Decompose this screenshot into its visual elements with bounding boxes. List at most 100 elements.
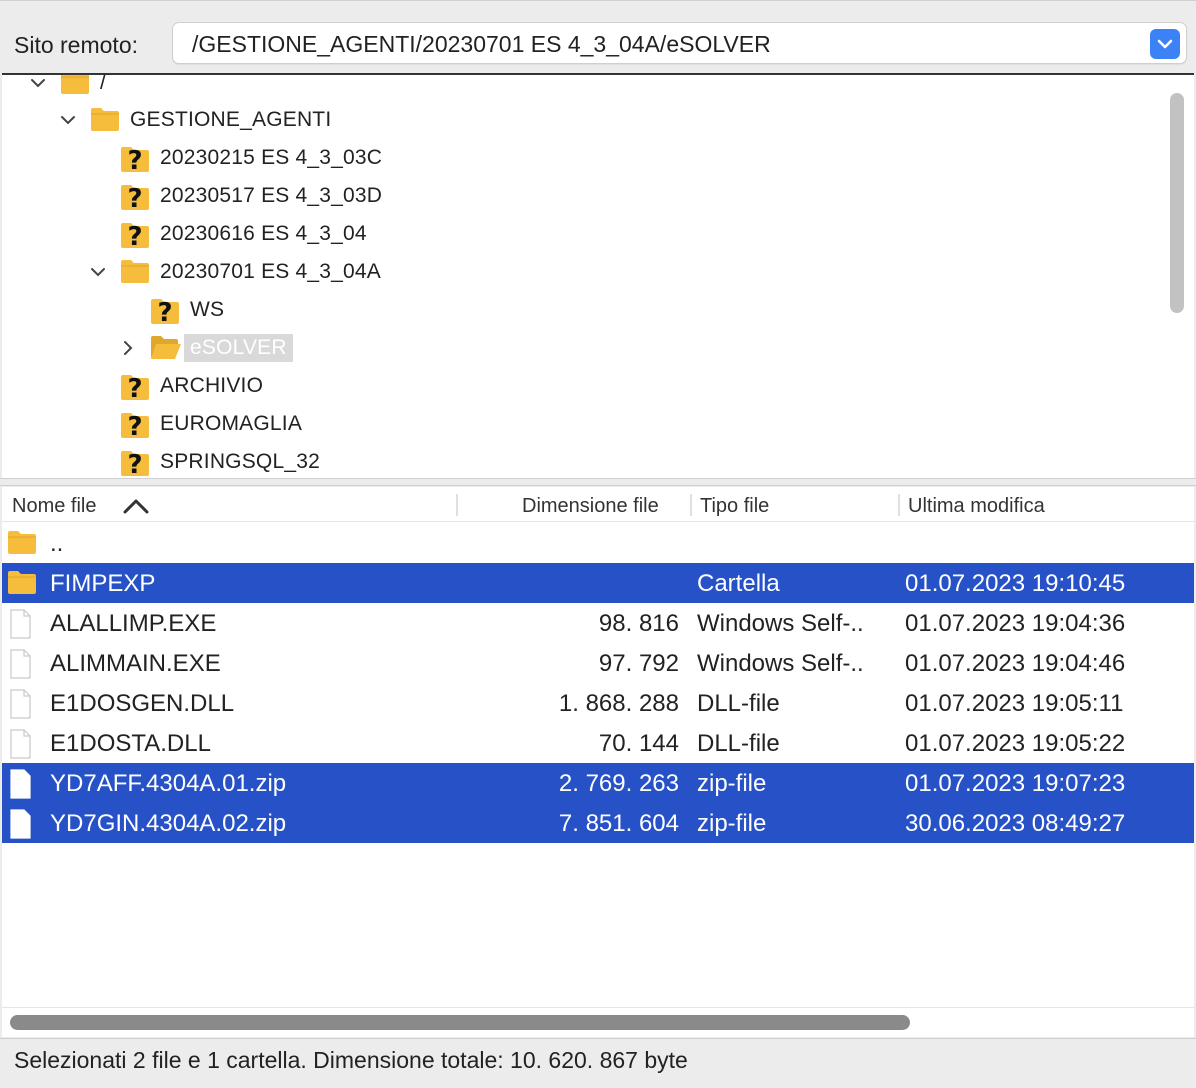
tree-item[interactable]: eSOLVER <box>120 330 293 366</box>
tree-item[interactable]: ? WS <box>120 292 224 328</box>
chevron-down-icon[interactable] <box>60 112 76 128</box>
file-icon <box>7 609 39 639</box>
tree-item-label[interactable]: 20230701 ES 4_3_04A <box>160 260 381 284</box>
remote-path-text[interactable]: /GESTIONE_AGENTI/20230701 ES 4_3_04A/eSO… <box>192 31 771 58</box>
tree-item-label[interactable]: 20230215 ES 4_3_03C <box>160 146 382 170</box>
column-separator[interactable] <box>690 494 692 516</box>
file-type: zip-file <box>697 810 767 837</box>
file-modified: 01.07.2023 19:07:23 <box>905 770 1126 797</box>
tree-item-label[interactable]: / <box>100 75 106 95</box>
file-size: 7. 851. 604 <box>558 810 679 837</box>
tree-vertical-scrollbar[interactable] <box>1170 93 1184 313</box>
status-bar: Selezionati 2 file e 1 cartella. Dimensi… <box>0 1038 1196 1088</box>
file-name: YD7AFF.4304A.01.zip <box>50 770 287 797</box>
chevron-right-icon[interactable] <box>120 340 136 356</box>
tree-item[interactable]: GESTIONE_AGENTI <box>60 102 331 138</box>
remote-file-list[interactable]: Nome file Dimensione file Tipo file Ulti… <box>2 487 1194 1007</box>
tree-item[interactable]: ? 20230517 ES 4_3_03D <box>90 178 382 214</box>
tree-item-label[interactable]: 20230616 ES 4_3_04 <box>160 222 367 246</box>
file-size: 97. 792 <box>598 650 679 677</box>
folder-open-icon <box>150 334 181 362</box>
file-row[interactable]: ALALLIMP.EXE 98. 816 Windows Self-.. 01.07.… <box>2 603 1194 643</box>
unknown-folder-icon: ? <box>120 372 150 404</box>
remote-path-combobox[interactable]: /GESTIONE_AGENTI/20230701 ES 4_3_04A/eSO… <box>172 22 1187 64</box>
file-name: E1DOSGEN.DLL <box>50 690 235 717</box>
column-separator[interactable] <box>456 494 458 516</box>
file-type: Windows Self-.. <box>697 610 864 637</box>
tree-item[interactable]: ? SPRINGSQL_32 <box>90 444 320 478</box>
file-name: ALALLIMP.EXE <box>50 610 217 637</box>
unknown-folder-icon: ? <box>120 410 150 442</box>
file-modified: 01.07.2023 19:05:22 <box>905 730 1126 757</box>
folder-icon <box>7 569 39 597</box>
file-row[interactable]: YD7AFF.4304A.01.zip 2. 769. 263 zip-file 01… <box>2 763 1194 803</box>
remote-site-bar: Sito remoto: /GESTIONE_AGENTI/20230701 E… <box>0 0 1196 74</box>
file-type: DLL-file <box>697 690 780 717</box>
file-row[interactable]: YD7GIN.4304A.02.zip 7. 851. 604 zip-file 30… <box>2 803 1194 843</box>
tree-item-label[interactable]: 20230517 ES 4_3_03D <box>160 184 382 208</box>
pane-splitter[interactable] <box>0 478 1196 486</box>
file-modified: 01.07.2023 19:10:45 <box>905 570 1126 597</box>
svg-text:?: ? <box>127 222 142 250</box>
file-row[interactable]: E1DOSTA.DLL 70. 144 DLL-file 01.07.2023 19:… <box>2 723 1194 763</box>
status-text: Selezionati 2 file e 1 cartella. Dimensi… <box>14 1047 688 1073</box>
file-modified: 01.07.2023 19:04:36 <box>905 610 1126 637</box>
file-modified: 30.06.2023 08:49:27 <box>905 810 1126 837</box>
svg-text:?: ? <box>127 450 142 478</box>
file-type: DLL-file <box>697 730 780 757</box>
chevron-down-icon <box>1157 39 1173 49</box>
unknown-folder-icon: ? <box>120 448 150 478</box>
file-name: ALIMMAIN.EXE <box>50 650 221 677</box>
column-separator[interactable] <box>898 494 900 516</box>
column-header-modified[interactable]: Ultima modifica <box>908 495 1045 518</box>
svg-text:?: ? <box>157 298 172 326</box>
horizontal-scrollbar-track[interactable] <box>2 1007 1194 1037</box>
unknown-folder-icon: ? <box>120 182 150 214</box>
column-header-size[interactable]: Dimensione file <box>522 495 659 518</box>
tree-item-label[interactable]: SPRINGSQL_32 <box>160 450 320 474</box>
file-modified: 01.07.2023 19:05:11 <box>905 690 1124 717</box>
sort-ascending-icon[interactable] <box>122 497 150 515</box>
unknown-folder-icon: ? <box>120 220 150 252</box>
chevron-down-icon[interactable] <box>30 75 46 91</box>
svg-text:?: ? <box>127 146 142 174</box>
file-row[interactable]: E1DOSGEN.DLL 1. 868. 288 DLL-file 01.07.202… <box>2 683 1194 723</box>
tree-item[interactable]: ? 20230616 ES 4_3_04 <box>90 216 367 252</box>
file-name: YD7GIN.4304A.02.zip <box>50 810 287 837</box>
tree-item-label[interactable]: GESTIONE_AGENTI <box>130 108 331 132</box>
tree-item-label[interactable]: eSOLVER <box>184 334 293 362</box>
tree-item-label[interactable]: ARCHIVIO <box>160 374 263 398</box>
tree-item[interactable]: ? EUROMAGLIA <box>90 406 302 442</box>
remote-directory-tree[interactable]: / GESTIONE_AGENTI? 20230215 ES 4_3_03C? 202… <box>2 73 1194 478</box>
file-row[interactable]: ALIMMAIN.EXE 97. 792 Windows Self-.. 01.07.… <box>2 643 1194 683</box>
file-size: 98. 816 <box>598 610 679 637</box>
tree-item[interactable]: ? ARCHIVIO <box>90 368 263 404</box>
tree-item-label[interactable]: WS <box>190 298 224 322</box>
file-icon <box>7 809 39 839</box>
file-size: 1. 868. 288 <box>558 690 679 717</box>
file-row[interactable]: .. <box>2 523 1194 563</box>
tree-item[interactable]: 20230701 ES 4_3_04A <box>90 254 381 290</box>
file-size: 70. 144 <box>598 730 679 757</box>
tree-item-label[interactable]: EUROMAGLIA <box>160 412 302 436</box>
column-header-name[interactable]: Nome file <box>12 495 96 518</box>
column-header-type[interactable]: Tipo file <box>700 495 769 518</box>
file-row[interactable]: FIMPEXP Cartella 01.07.2023 19:10:45 <box>2 563 1194 603</box>
folder-icon <box>60 75 90 97</box>
file-modified: 01.07.2023 19:04:46 <box>905 650 1126 677</box>
dropdown-button[interactable] <box>1150 29 1180 59</box>
file-icon <box>7 689 39 719</box>
horizontal-scrollbar-thumb[interactable] <box>10 1015 910 1030</box>
file-icon <box>7 649 39 679</box>
folder-icon <box>7 529 39 557</box>
svg-text:?: ? <box>127 412 142 440</box>
chevron-down-icon[interactable] <box>90 264 106 280</box>
tree-item[interactable]: / <box>30 75 106 101</box>
tree-item[interactable]: ? 20230215 ES 4_3_03C <box>90 140 382 176</box>
unknown-folder-icon: ? <box>150 296 180 328</box>
